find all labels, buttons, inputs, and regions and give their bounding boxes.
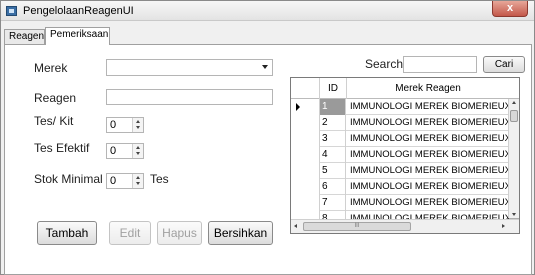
row-header[interactable] bbox=[291, 115, 320, 131]
chevron-down-icon[interactable] bbox=[262, 65, 268, 69]
spin-down-icon[interactable] bbox=[136, 182, 140, 185]
tab-strip: Reagen Pemeriksaan bbox=[4, 27, 534, 45]
hapus-button[interactable]: Hapus bbox=[157, 221, 202, 245]
cell-merek[interactable]: IMMUNOLOGI MEREK BIOMERIEUX bbox=[347, 147, 509, 163]
reagen-label: Reagen bbox=[34, 91, 77, 105]
edit-button[interactable]: Edit bbox=[109, 221, 151, 245]
stok-minimal-spinner[interactable]: 0 bbox=[106, 173, 144, 189]
spin-up-icon[interactable] bbox=[136, 146, 140, 149]
grid-header: ID Merek Reagen bbox=[291, 78, 519, 99]
scroll-right-icon[interactable] bbox=[502, 224, 505, 228]
table-row[interactable]: 6 IMMUNOLOGI MEREK BIOMERIEUX bbox=[291, 179, 509, 195]
spin-down-icon[interactable] bbox=[136, 152, 140, 155]
cell-id[interactable]: 4 bbox=[320, 147, 346, 163]
cell-merek[interactable]: IMMUNOLOGI MEREK BIOMERIEUX bbox=[347, 179, 509, 195]
spinner-buttons[interactable] bbox=[132, 118, 143, 132]
row-header[interactable] bbox=[291, 99, 320, 115]
spinner-buttons[interactable] bbox=[132, 144, 143, 158]
stok-minimal-value: 0 bbox=[110, 175, 117, 187]
app-icon bbox=[6, 6, 17, 16]
vertical-scrollbar[interactable] bbox=[508, 99, 519, 218]
cell-id[interactable]: 3 bbox=[320, 131, 346, 147]
scroll-left-icon[interactable] bbox=[294, 224, 297, 228]
close-button[interactable]: x bbox=[492, 1, 528, 17]
cell-merek[interactable]: IMMUNOLOGI MEREK BIOMERIEUX bbox=[347, 115, 509, 131]
horizontal-scrollbar[interactable]: III bbox=[291, 219, 519, 233]
scroll-down-icon[interactable] bbox=[512, 213, 516, 216]
search-label: Search bbox=[365, 57, 404, 71]
cell-merek[interactable]: IMMUNOLOGI MEREK BIOMERIEUX bbox=[347, 163, 509, 179]
cell-id[interactable]: 5 bbox=[320, 163, 346, 179]
tes-efektif-value: 0 bbox=[110, 145, 117, 157]
cell-id[interactable]: 7 bbox=[320, 195, 346, 211]
cell-merek[interactable]: IMMUNOLOGI MEREK BIOMERIEUX bbox=[347, 131, 509, 147]
row-header[interactable] bbox=[291, 163, 320, 179]
app-window: PengelolaanReagenUI x Reagen Pemeriksaan… bbox=[0, 0, 535, 275]
cell-id[interactable]: 2 bbox=[320, 115, 346, 131]
tab-reagen[interactable]: Reagen bbox=[4, 29, 45, 44]
row-header[interactable] bbox=[291, 147, 320, 163]
table-row[interactable]: 7 IMMUNOLOGI MEREK BIOMERIEUX bbox=[291, 195, 509, 211]
tes-efektif-spinner[interactable]: 0 bbox=[106, 143, 144, 159]
vertical-scroll-thumb[interactable] bbox=[510, 110, 518, 122]
cari-button[interactable]: Cari bbox=[483, 56, 525, 73]
tab-page-pemeriksaan: Merek Reagen Tes/ Kit 0 Tes Efektif 0 St… bbox=[4, 44, 532, 275]
tab-pemeriksaan[interactable]: Pemeriksaan bbox=[45, 27, 110, 45]
table-row[interactable]: 3 IMMUNOLOGI MEREK BIOMERIEUX bbox=[291, 131, 509, 147]
tes-kit-label: Tes/ Kit bbox=[34, 114, 74, 128]
column-header-id[interactable]: ID bbox=[320, 78, 347, 99]
table-row[interactable]: 2 IMMUNOLOGI MEREK BIOMERIEUX bbox=[291, 115, 509, 131]
merek-label: Merek bbox=[34, 61, 68, 75]
search-input[interactable] bbox=[403, 56, 477, 73]
row-header[interactable] bbox=[291, 131, 320, 147]
tes-kit-value: 0 bbox=[110, 119, 117, 131]
cell-id[interactable]: 1 bbox=[320, 99, 346, 115]
current-row-icon bbox=[296, 103, 300, 111]
title-bar[interactable]: PengelolaanReagenUI x bbox=[1, 1, 534, 21]
stok-unit-label: Tes bbox=[150, 172, 169, 186]
cell-merek[interactable]: IMMUNOLOGI MEREK BIOMERIEUX bbox=[347, 99, 509, 115]
merek-combobox[interactable] bbox=[106, 59, 273, 76]
reagen-grid[interactable]: ID Merek Reagen 1 IMMUNOLOGI MEREK BIOME… bbox=[290, 77, 520, 234]
tes-efektif-label: Tes Efektif bbox=[34, 141, 90, 155]
table-row[interactable]: 4 IMMUNOLOGI MEREK BIOMERIEUX bbox=[291, 147, 509, 163]
stok-minimal-label: Stok Minimal bbox=[34, 172, 103, 186]
column-header-merek[interactable]: Merek Reagen bbox=[347, 78, 509, 99]
reagen-input[interactable] bbox=[106, 89, 273, 105]
scroll-up-icon[interactable] bbox=[512, 101, 516, 104]
row-header[interactable] bbox=[291, 195, 320, 211]
grid-corner bbox=[291, 78, 320, 99]
spinner-buttons[interactable] bbox=[132, 174, 143, 188]
tes-kit-spinner[interactable]: 0 bbox=[106, 117, 144, 133]
row-header[interactable] bbox=[291, 179, 320, 195]
window-title: PengelolaanReagenUI bbox=[23, 5, 134, 17]
spin-up-icon[interactable] bbox=[136, 120, 140, 123]
bersihkan-button[interactable]: Bersihkan bbox=[208, 221, 273, 245]
cell-id[interactable]: 6 bbox=[320, 179, 346, 195]
table-row[interactable]: 5 IMMUNOLOGI MEREK BIOMERIEUX bbox=[291, 163, 509, 179]
spin-down-icon[interactable] bbox=[136, 126, 140, 129]
tambah-button[interactable]: Tambah bbox=[37, 221, 97, 245]
spin-up-icon[interactable] bbox=[136, 176, 140, 179]
cell-merek[interactable]: IMMUNOLOGI MEREK BIOMERIEUX bbox=[347, 195, 509, 211]
horizontal-scroll-thumb[interactable]: III bbox=[303, 222, 411, 231]
table-row[interactable]: 1 IMMUNOLOGI MEREK BIOMERIEUX bbox=[291, 99, 509, 115]
